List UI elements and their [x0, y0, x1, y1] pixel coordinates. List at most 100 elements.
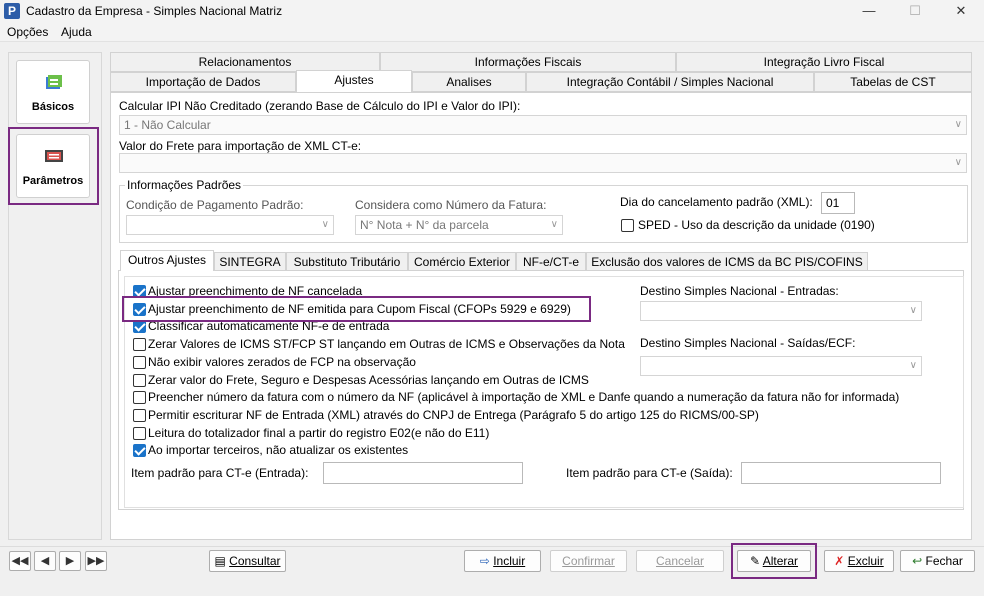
ipi-label: Calcular IPI Não Creditado (zerando Base…	[119, 99, 521, 113]
app-icon: P	[4, 3, 20, 19]
check-cnpj-entrega[interactable]	[133, 409, 146, 422]
check-totalizador-e02[interactable]	[133, 427, 146, 440]
destino-saidas-combo[interactable]: ∨	[640, 356, 922, 376]
fechar-button[interactable]: ↩ Fechar	[900, 550, 975, 572]
subtab-substituto-tributario[interactable]: Substituto Tributário	[286, 252, 408, 272]
window-title: Cadastro da Empresa - Simples Nacional M…	[26, 4, 283, 18]
destino-saidas-label: Destino Simples Nacional - Saídas/ECF:	[640, 336, 856, 350]
excluir-button[interactable]: ✗ Excluir	[824, 550, 894, 572]
cond-pagamento-combo[interactable]: ∨	[126, 215, 334, 235]
parametros-icon	[45, 150, 63, 162]
ipi-combo[interactable]: 1 - Não Calcular ∨	[119, 115, 967, 135]
tab-ajustes[interactable]: Ajustes	[296, 70, 412, 92]
exit-icon: ↩	[912, 554, 923, 568]
next-record-button[interactable]: ▶	[59, 551, 81, 571]
check-label: Zerar Valores de ICMS ST/FCP ST lançando…	[148, 337, 625, 351]
menu-ajuda[interactable]: Ajuda	[61, 25, 92, 39]
title-bar: P Cadastro da Empresa - Simples Nacional…	[0, 0, 984, 22]
sidebar	[8, 52, 102, 540]
subtab-outros-ajustes[interactable]: Outros Ajustes	[120, 250, 214, 271]
cte-saida-label: Item padrão para CT-e (Saída):	[566, 466, 733, 480]
fatura-value: N° Nota + N° da parcela	[360, 218, 489, 232]
destino-entradas-label: Destino Simples Nacional - Entradas:	[640, 284, 839, 298]
close-button[interactable]: ✕	[938, 0, 984, 22]
check-fcp-observacao[interactable]	[133, 356, 146, 369]
confirmar-button[interactable]: Confirmar	[550, 550, 627, 572]
prev-arrow-icon: ◀	[40, 555, 50, 567]
chevron-down-icon: ∨	[909, 305, 917, 316]
subtab-exclusao-icms[interactable]: Exclusão dos valores de ICMS da BC PIS/C…	[586, 252, 868, 272]
basicos-icon	[46, 75, 62, 89]
dia-cancelamento-label: Dia do cancelamento padrão (XML):	[620, 195, 813, 209]
list-icon: ▤	[214, 554, 226, 568]
consultar-button[interactable]: ▤ Consultar	[209, 550, 286, 572]
frete-label: Valor do Frete para importação de XML CT…	[119, 139, 362, 153]
chevron-down-icon: ∨	[321, 219, 329, 230]
group-title: Informações Padrões	[125, 178, 244, 192]
sidebar-item-label: Básicos	[31, 101, 75, 113]
check-label: Ao importar terceiros, não atualizar os …	[148, 443, 409, 457]
button-label: Incluir	[493, 554, 526, 568]
check-label: Permitir escriturar NF de Entrada (XML) …	[148, 408, 759, 422]
highlight-cupom-fiscal	[122, 296, 591, 322]
destino-entradas-combo[interactable]: ∨	[640, 301, 922, 321]
button-label: Cancelar	[655, 554, 705, 568]
sidebar-item-label: Parâmetros	[22, 175, 84, 187]
subtab-comercio-exterior[interactable]: Comércio Exterior	[408, 252, 516, 272]
edit-icon: ✎	[749, 554, 761, 568]
chevron-down-icon: ∨	[954, 157, 962, 168]
subtab-sintegra[interactable]: SINTEGRA	[214, 252, 286, 272]
minimize-button[interactable]: —	[846, 0, 892, 22]
subtab-nfe-cte[interactable]: NF-e/CT-e	[516, 252, 586, 272]
tab-relacionamentos[interactable]: Relacionamentos	[110, 52, 380, 72]
delete-icon: ✗	[834, 554, 845, 568]
fatura-combo[interactable]: N° Nota + N° da parcela ∨	[355, 215, 563, 235]
first-arrow-icon: ◀◀	[11, 555, 29, 567]
tab-analises[interactable]: Analises	[412, 72, 526, 92]
frete-combo[interactable]: ∨	[119, 153, 967, 173]
check-numero-fatura[interactable]	[133, 391, 146, 404]
cte-entrada-label: Item padrão para CT-e (Entrada):	[131, 466, 309, 480]
chevron-down-icon: ∨	[954, 119, 962, 130]
maximize-button[interactable]: ☐	[892, 0, 938, 22]
fatura-label: Considera como Número da Fatura:	[355, 198, 547, 212]
sidebar-item-basicos[interactable]: Básicos	[16, 60, 90, 124]
check-importar-terceiros[interactable]	[133, 444, 146, 457]
last-arrow-icon: ▶▶	[87, 555, 105, 567]
dia-cancelamento-input[interactable]: 01	[821, 192, 855, 214]
check-label: Zerar valor do Frete, Seguro e Despesas …	[148, 373, 589, 387]
menu-bar: Opções Ajuda	[0, 22, 984, 42]
button-label: Confirmar	[562, 554, 615, 568]
sidebar-item-parametros[interactable]: Parâmetros	[16, 134, 90, 198]
first-record-button[interactable]: ◀◀	[9, 551, 31, 571]
button-label: Fechar	[925, 554, 963, 568]
chevron-down-icon: ∨	[550, 219, 558, 230]
plus-icon: ⇨	[479, 554, 490, 568]
tab-tabelas-de-cst[interactable]: Tabelas de CST	[814, 72, 972, 92]
tab-informacoes-fiscais[interactable]: Informações Fiscais	[380, 52, 676, 72]
last-record-button[interactable]: ▶▶	[85, 551, 107, 571]
sped-label: SPED - Uso da descrição da unidade (0190…	[638, 218, 875, 232]
menu-opcoes[interactable]: Opções	[7, 25, 48, 39]
sped-checkbox[interactable]	[621, 219, 634, 232]
check-zerar-icms-st[interactable]	[133, 338, 146, 351]
check-zerar-frete[interactable]	[133, 374, 146, 387]
alterar-button[interactable]: ✎ Alterar	[737, 550, 811, 572]
cte-saida-input[interactable]	[741, 462, 941, 484]
cancelar-button[interactable]: Cancelar	[636, 550, 724, 572]
next-arrow-icon: ▶	[65, 555, 75, 567]
cond-pagamento-label: Condição de Pagamento Padrão:	[126, 198, 304, 212]
check-label: Preencher número da fatura com o número …	[148, 390, 900, 404]
ipi-value: 1 - Não Calcular	[124, 118, 211, 132]
tab-integracao-livro-fiscal[interactable]: Integração Livro Fiscal	[676, 52, 972, 72]
check-label: Não exibir valores zerados de FCP na obs…	[148, 355, 416, 369]
chevron-down-icon: ∨	[909, 360, 917, 371]
tab-importacao-de-dados[interactable]: Importação de Dados	[110, 72, 296, 92]
incluir-button[interactable]: ⇨ Incluir	[464, 550, 541, 572]
button-label: Excluir	[847, 554, 884, 568]
check-label: Leitura do totalizador final a partir do…	[148, 426, 490, 440]
cte-entrada-input[interactable]	[323, 462, 523, 484]
tab-integracao-contabil[interactable]: Integração Contábil / Simples Nacional	[526, 72, 814, 92]
prev-record-button[interactable]: ◀	[34, 551, 56, 571]
button-label: Alterar	[762, 554, 799, 568]
